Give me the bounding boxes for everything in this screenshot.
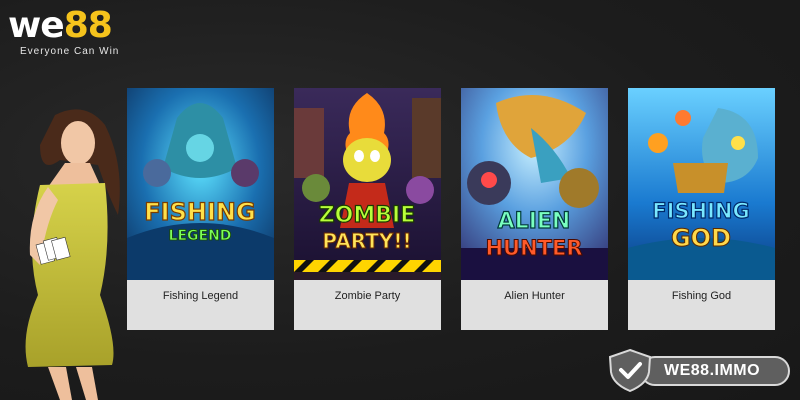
- game-card-zombie-party[interactable]: ZOMBIE PARTY!! Zombie Party: [294, 88, 441, 330]
- game-card-fishing-legend[interactable]: FISHING LEGEND Fishing Legend: [127, 88, 274, 330]
- art-title-line2: HUNTER: [485, 236, 582, 260]
- art-title-line1: FISHING: [652, 199, 749, 223]
- art-title-line2: GOD: [671, 224, 731, 252]
- game-thumbnail-fishing-god: FISHING GOD: [628, 88, 775, 280]
- watermark-label: WE88.IMMO: [640, 356, 790, 386]
- art-title-line1: ALIEN: [498, 209, 571, 234]
- game-card-fishing-god[interactable]: FISHING GOD Fishing God: [628, 88, 775, 330]
- promo-model-illustration: [25, 109, 120, 400]
- game-title: Alien Hunter: [461, 280, 608, 330]
- logo-tagline: Everyone Can Win: [20, 46, 120, 57]
- game-thumbnail-fishing-legend: FISHING LEGEND: [127, 88, 274, 280]
- game-title: Zombie Party: [294, 280, 441, 330]
- logo-wordmark: we88: [8, 5, 113, 46]
- site-watermark: WE88.IMMO: [604, 348, 794, 392]
- game-card-alien-hunter[interactable]: ALIEN HUNTER Alien Hunter: [461, 88, 608, 330]
- art-title-line1: FISHING: [144, 198, 255, 226]
- art-title-line1: ZOMBIE: [319, 203, 416, 228]
- game-title: Fishing Legend: [127, 280, 274, 330]
- brand-logo[interactable]: we88 Everyone Can Win: [8, 6, 148, 62]
- art-title-line2: PARTY!!: [322, 229, 411, 253]
- shield-check-icon: [608, 348, 652, 392]
- hazard-stripe: [294, 260, 441, 272]
- art-title-line2: LEGEND: [169, 228, 232, 244]
- game-title: Fishing God: [628, 280, 775, 330]
- game-thumbnail-zombie-party: ZOMBIE PARTY!!: [294, 88, 441, 280]
- game-thumbnail-alien-hunter: ALIEN HUNTER: [461, 88, 608, 280]
